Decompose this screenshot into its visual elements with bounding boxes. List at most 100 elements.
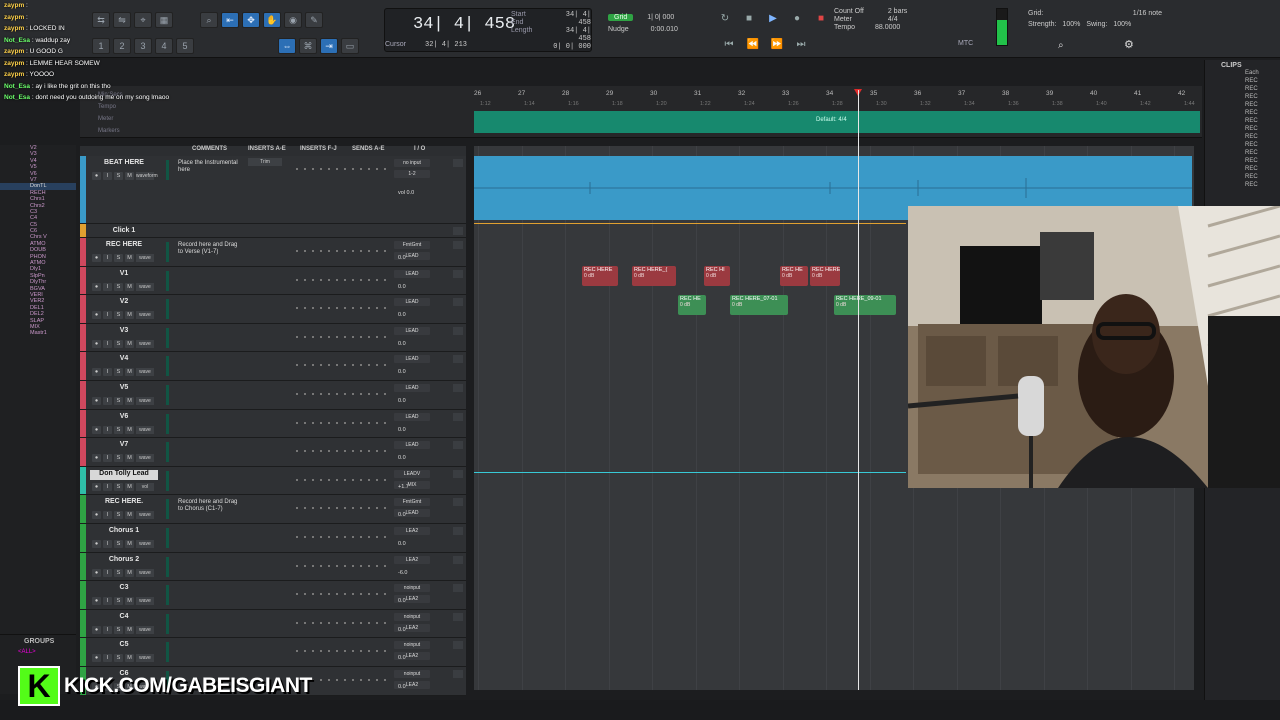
clip-gain[interactable]: 0 dB [634, 273, 674, 279]
track-options-icon[interactable] [453, 555, 463, 564]
mute-button[interactable]: M [125, 568, 134, 577]
clip-gain[interactable]: 0 dB [836, 302, 894, 308]
volume-value[interactable]: vol 0.0 [398, 190, 414, 196]
solo-button[interactable]: S [114, 540, 123, 548]
clip-list-item[interactable]: REC [1205, 181, 1280, 189]
track-view-selector[interactable]: wave [136, 454, 154, 463]
track-options-icon[interactable] [453, 384, 463, 392]
input-selector[interactable]: FrntGrnt [394, 241, 430, 249]
volume-value[interactable]: 0.0 [398, 369, 406, 375]
input-selector[interactable]: LEAD [394, 384, 430, 392]
clip-list-item[interactable]: REC [1205, 101, 1280, 109]
input-selector[interactable]: LEA2 [394, 527, 430, 535]
clip-gain[interactable]: 0 dB [680, 302, 704, 308]
track-name[interactable]: REC HERE. [90, 498, 158, 508]
volume-value[interactable]: 0.0 [398, 655, 406, 661]
input-monitor-button[interactable]: I [103, 654, 112, 663]
track-view-selector[interactable]: wave [136, 540, 154, 548]
clip-list-item[interactable]: REC [1205, 85, 1280, 93]
send-slots[interactable] [296, 593, 386, 596]
track-options-icon[interactable] [453, 612, 463, 621]
clip-gain[interactable]: 0 dB [782, 273, 806, 279]
send-slots[interactable] [296, 478, 386, 481]
record-enable-button[interactable]: ● [92, 282, 101, 291]
mtc-label[interactable]: MTC [958, 40, 973, 47]
input-monitor-button[interactable]: I [103, 397, 112, 405]
volume-value[interactable]: 0.0 [398, 684, 406, 690]
clip-list-item[interactable]: REC [1205, 149, 1280, 157]
input-monitor-button[interactable]: I [103, 625, 112, 634]
record-enable-button[interactable]: ● [92, 454, 101, 463]
clip-list-item[interactable]: REC [1205, 77, 1280, 85]
tab-to-transient-icon[interactable]: ⇥ [320, 38, 338, 54]
clip-list-item[interactable]: REC [1205, 173, 1280, 181]
fast-forward-icon[interactable]: ⏩ [768, 36, 786, 52]
record-enable-button[interactable]: ● [92, 511, 101, 520]
track-options-icon[interactable] [453, 641, 463, 650]
track-view-selector[interactable]: wave [136, 625, 154, 634]
solo-button[interactable]: S [114, 254, 123, 262]
solo-button[interactable]: S [114, 425, 123, 434]
send-slots[interactable] [296, 278, 386, 281]
volume-value[interactable]: 0.0 [398, 398, 406, 404]
track-header[interactable]: C4 ● I S Mwave noinput LEA2 0.0 [80, 609, 466, 639]
track-options-icon[interactable] [453, 584, 463, 593]
record-enable-button[interactable]: ● [92, 625, 101, 634]
track-name[interactable]: REC HERE [90, 241, 158, 251]
track-header[interactable]: V7 ● I S Mwave LEAD 0.0 [80, 438, 466, 467]
track-name[interactable]: Don Tolly Lead [90, 469, 158, 480]
swing-value[interactable]: 100% [1113, 19, 1131, 30]
bars-ruler[interactable]: 26 1:12 27 1:14 28 1:16 29 1:18 30 1:20 31 1:22 32 1:… [474, 86, 1200, 110]
volume-value[interactable]: 0.0 [398, 598, 406, 604]
chat-username[interactable]: zaypm [4, 14, 24, 21]
track-name[interactable]: Chorus 1 [90, 527, 158, 537]
grid-panel-value[interactable]: 1/16 note [1133, 8, 1162, 19]
mute-button[interactable]: M [125, 540, 134, 548]
track-view-selector[interactable]: wave [136, 597, 154, 606]
track-view-selector[interactable]: wave [136, 311, 154, 320]
track-name[interactable]: V5 [90, 384, 158, 394]
count-off-label[interactable]: Count Off [834, 8, 864, 16]
meter-value[interactable]: 4/4 [888, 16, 898, 24]
track-header[interactable]: C3 ● I S Mwave noinput LEA2 0.0 [80, 581, 466, 610]
gear-icon[interactable]: ⚙ [1124, 38, 1134, 51]
send-slots[interactable] [296, 168, 386, 170]
send-slots[interactable] [296, 335, 386, 338]
link-timeline-icon[interactable]: ⇔ [278, 38, 296, 54]
record-enable-button[interactable]: ● [92, 339, 101, 348]
solo-button[interactable]: S [114, 482, 123, 491]
mute-button[interactable]: M [125, 397, 134, 405]
mute-button[interactable]: M [125, 282, 134, 291]
input-selector[interactable]: noinput [394, 584, 430, 593]
audio-clip[interactable]: REC HE 0 dB [678, 295, 706, 315]
mute-button[interactable]: M [125, 454, 134, 463]
track-header[interactable]: V3 ● I S Mwave LEAD 0.0 [80, 323, 466, 353]
track-options-icon[interactable] [453, 670, 463, 678]
insertion-follows-icon[interactable]: ⌘ [299, 38, 317, 54]
track-view-selector[interactable]: wave [136, 568, 154, 577]
track-name[interactable]: V1 [90, 270, 158, 280]
solo-button[interactable]: S [114, 625, 123, 634]
mute-button[interactable]: M [125, 425, 134, 434]
mute-button[interactable]: M [125, 597, 134, 606]
track-options-icon[interactable] [453, 498, 463, 507]
mute-button[interactable]: M [125, 339, 134, 348]
volume-value[interactable]: -6.0 [398, 570, 407, 576]
input-selector[interactable]: FrntGrnt [394, 498, 430, 507]
pencil-tool-icon[interactable]: ✎ [305, 12, 323, 28]
length-value[interactable]: 0| 0| 000 [551, 43, 591, 51]
input-selector[interactable]: no input [394, 159, 430, 167]
track-options-icon[interactable] [453, 269, 463, 278]
play-icon[interactable]: ▶ [764, 10, 782, 26]
search-icon[interactable]: ⌕ [1058, 40, 1064, 51]
track-view-selector[interactable]: wave [136, 282, 154, 291]
send-slots[interactable] [296, 364, 386, 367]
send-slots[interactable] [296, 621, 386, 624]
nudge-label[interactable]: Nudge [608, 26, 629, 33]
track-header[interactable]: Click 1 [80, 224, 466, 238]
send-slots[interactable] [296, 536, 386, 538]
clip-list-item[interactable]: REC [1205, 165, 1280, 173]
clip-list-item[interactable]: REC [1205, 157, 1280, 165]
input-selector[interactable]: LEAD [394, 326, 430, 335]
track-comment[interactable]: Record here and Drag to Verse (V1-7) [178, 242, 244, 255]
